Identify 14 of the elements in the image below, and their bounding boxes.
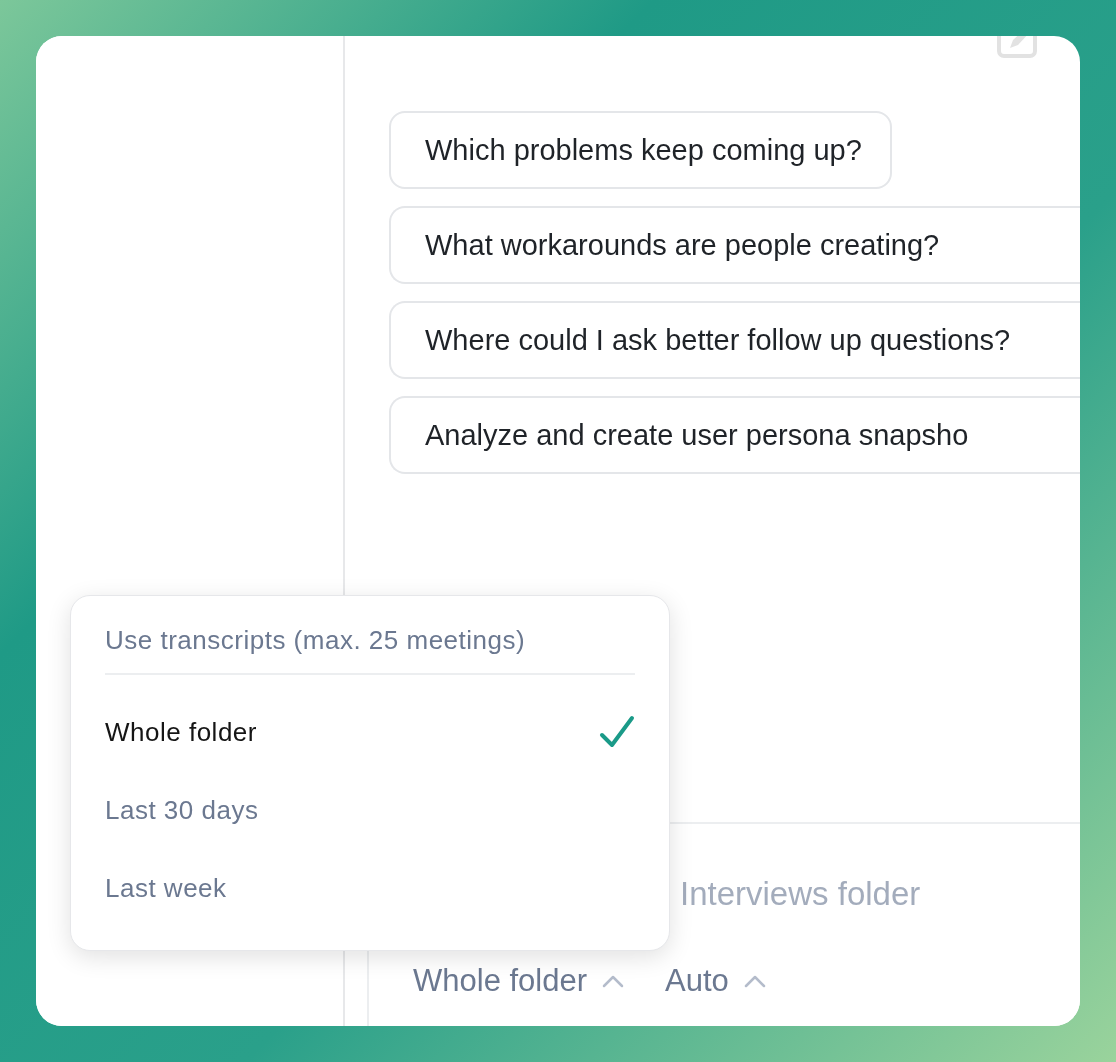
selector-button[interactable]: Auto — [665, 958, 767, 1005]
caret-icon — [601, 974, 626, 989]
menu-option[interactable]: Whole folder — [105, 692, 635, 772]
selector-button[interactable]: Whole folder — [413, 958, 626, 1005]
check-icon — [599, 715, 635, 749]
menu-option[interactable]: Last week — [105, 848, 635, 928]
menu-option[interactable]: Last 30 days — [105, 770, 635, 850]
suggestion-chip[interactable]: What workarounds are people creating? — [389, 206, 1080, 284]
menu-title: Use transcripts (max. 25 meetings) — [105, 624, 527, 657]
suggestion-chip[interactable]: Where could I ask better follow up questions? — [389, 301, 1080, 379]
message-input[interactable]: Interviews folder — [680, 872, 1060, 916]
suggestion-chip[interactable]: Which problems keep coming up? — [389, 111, 892, 189]
caret-icon — [742, 974, 767, 989]
suggestion-chip[interactable]: Analyze and create user persona snapsho — [389, 396, 1080, 474]
